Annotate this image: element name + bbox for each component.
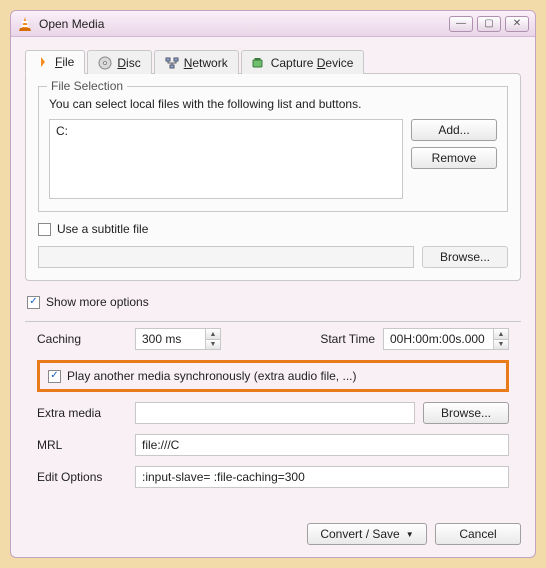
tab-disc[interactable]: Disc	[87, 50, 151, 74]
mrl-input[interactable]	[135, 434, 509, 456]
start-time-input[interactable]: ▲▼	[383, 328, 509, 350]
spin-down[interactable]: ▼	[205, 339, 221, 350]
file-selection-group: File Selection You can select local file…	[38, 86, 508, 212]
caching-input[interactable]: ▲▼	[135, 328, 221, 350]
options-area: Caching ▲▼ Start Time ▲▼ Play another me…	[25, 328, 521, 492]
subtitle-label: Use a subtitle file	[57, 222, 148, 236]
start-time-label: Start Time	[295, 332, 375, 346]
edit-options-label: Edit Options	[37, 470, 127, 484]
spin-down[interactable]: ▼	[493, 339, 509, 350]
spin-up[interactable]: ▲	[205, 328, 221, 339]
close-button[interactable]: ✕	[505, 16, 529, 32]
file-selection-hint: You can select local files with the foll…	[49, 97, 497, 111]
play-sync-row: Play another media synchronously (extra …	[37, 360, 509, 392]
vlc-icon	[17, 16, 33, 32]
play-sync-label: Play another media synchronously (extra …	[67, 369, 356, 383]
mrl-label: MRL	[37, 438, 127, 452]
dropdown-icon: ▼	[406, 530, 414, 539]
tabs: File Disc Network Capture Device	[25, 50, 521, 74]
extra-browse-button[interactable]: Browse...	[423, 402, 509, 424]
tab-panel-file: File Selection You can select local file…	[25, 73, 521, 281]
capture-icon	[252, 56, 266, 70]
show-more-label: Show more options	[46, 295, 149, 309]
spin-up[interactable]: ▲	[493, 328, 509, 339]
tab-network[interactable]: Network	[154, 50, 239, 74]
subtitle-checkbox-row: Use a subtitle file	[38, 222, 508, 236]
file-list[interactable]: C:	[49, 119, 403, 199]
open-media-window: Open Media — ▢ ✕ File Disc	[10, 10, 536, 558]
convert-save-button[interactable]: Convert / Save▼	[307, 523, 427, 545]
maximize-button[interactable]: ▢	[477, 16, 501, 32]
minimize-button[interactable]: —	[449, 16, 473, 32]
list-item[interactable]: C:	[56, 124, 396, 138]
edit-options-input[interactable]	[135, 466, 509, 488]
remove-button[interactable]: Remove	[411, 147, 497, 169]
separator	[25, 321, 521, 322]
subtitle-browse-button: Browse...	[422, 246, 508, 268]
network-icon	[165, 56, 179, 70]
file-selection-legend: File Selection	[47, 79, 127, 93]
cancel-button[interactable]: Cancel	[435, 523, 521, 545]
extra-media-input[interactable]	[135, 402, 415, 424]
window-title: Open Media	[39, 17, 445, 31]
tab-capture[interactable]: Capture Device	[241, 50, 365, 74]
show-more-row: Show more options	[27, 295, 521, 309]
disc-icon	[98, 56, 112, 70]
caching-label: Caching	[37, 332, 127, 346]
add-button[interactable]: Add...	[411, 119, 497, 141]
play-sync-checkbox[interactable]	[48, 370, 61, 383]
subtitle-checkbox[interactable]	[38, 223, 51, 236]
titlebar: Open Media — ▢ ✕	[11, 11, 535, 37]
file-icon	[36, 55, 50, 69]
footer: Convert / Save▼ Cancel	[11, 513, 535, 557]
show-more-checkbox[interactable]	[27, 296, 40, 309]
extra-media-label: Extra media	[37, 406, 127, 420]
tab-file[interactable]: File	[25, 50, 85, 74]
subtitle-path-input	[38, 246, 414, 268]
